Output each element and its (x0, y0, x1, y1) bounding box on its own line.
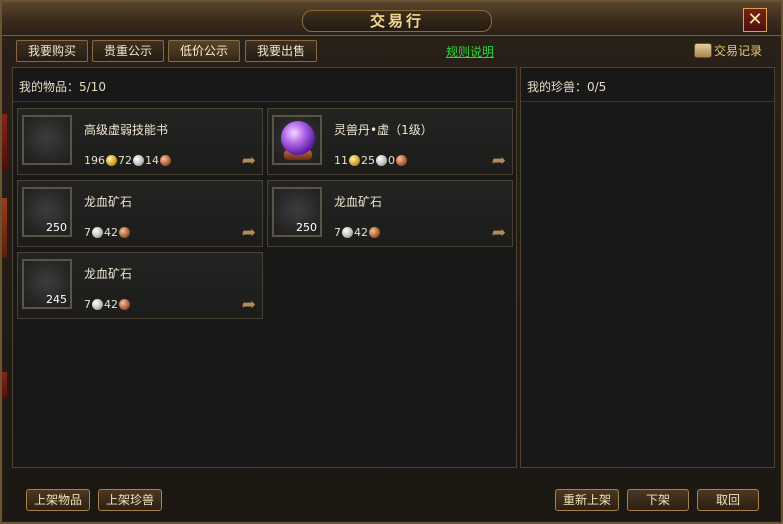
price-copper: 42 (104, 298, 118, 311)
item-slot: 245 (22, 259, 72, 309)
close-icon: ✕ (747, 9, 763, 30)
price-copper: 0 (388, 154, 395, 167)
price-silver: 7 (334, 226, 341, 239)
silver-coin-icon (376, 155, 387, 166)
item-card[interactable]: 245 龙血矿石 7 42 ➦ (17, 252, 263, 319)
my-pets-panel: 我的珍兽：0/5 (520, 67, 775, 468)
item-count: 245 (46, 293, 67, 306)
my-pets-header: 我的珍兽：0/5 (527, 80, 607, 94)
item-price: 7 42 (334, 226, 381, 239)
share-arrow-icon[interactable]: ➦ (492, 153, 506, 170)
item-name: 灵兽丹•虚（1级） (334, 123, 433, 137)
price-copper: 14 (145, 154, 159, 167)
item-card[interactable]: 250 龙血矿石 7 42 ➦ (267, 180, 513, 247)
tab-valuable[interactable]: 贵重公示 (92, 40, 164, 62)
item-price: 7 42 (84, 226, 131, 239)
crystal-orb-icon (281, 121, 315, 155)
item-slot (22, 115, 72, 165)
price-gold: 196 (84, 154, 105, 167)
item-slot (272, 115, 322, 165)
silver-coin-icon (92, 227, 103, 238)
share-arrow-icon[interactable]: ➦ (492, 225, 506, 242)
scroll-icon (694, 43, 712, 58)
close-button[interactable]: ✕ (743, 8, 767, 32)
window-title: 交易行 (302, 10, 492, 32)
item-name: 高级虚弱技能书 (84, 123, 169, 137)
price-gold: 11 (334, 154, 348, 167)
gold-coin-icon (349, 155, 360, 166)
relist-button[interactable]: 重新上架 (555, 489, 619, 511)
item-count: 250 (296, 221, 317, 234)
item-price: 7 42 (84, 298, 131, 311)
list-item-button[interactable]: 上架物品 (26, 489, 90, 511)
tab-low-price[interactable]: 低价公示 (168, 40, 240, 62)
panel-divider (521, 101, 774, 102)
trade-records-label: 交易记录 (714, 44, 763, 58)
panel-divider (13, 101, 516, 102)
price-silver: 25 (361, 154, 375, 167)
item-card[interactable]: 250 龙血矿石 7 42 ➦ (17, 180, 263, 247)
item-name: 龙血矿石 (84, 195, 133, 209)
my-items-panel: 我的物品：5/10 高级虚弱技能书 196 72 14 ➦ 灵兽丹•虚（1级） (12, 67, 517, 468)
item-card[interactable]: 灵兽丹•虚（1级） 11 25 0 ➦ (267, 108, 513, 175)
my-items-header: 我的物品：5/10 (19, 80, 106, 94)
item-name: 龙血矿石 (334, 195, 383, 209)
item-price: 11 25 0 (334, 154, 408, 167)
share-arrow-icon[interactable]: ➦ (242, 153, 256, 170)
side-tab-lower[interactable] (2, 372, 7, 398)
gold-coin-icon (106, 155, 117, 166)
share-arrow-icon[interactable]: ➦ (242, 225, 256, 242)
copper-coin-icon (160, 155, 171, 166)
side-tab-upper[interactable] (2, 114, 7, 169)
item-name: 龙血矿石 (84, 267, 133, 281)
price-silver: 7 (84, 226, 91, 239)
side-tab-middle[interactable] (2, 198, 7, 258)
copper-coin-icon (119, 227, 130, 238)
share-arrow-icon[interactable]: ➦ (242, 297, 256, 314)
silver-coin-icon (342, 227, 353, 238)
silver-coin-icon (133, 155, 144, 166)
item-slot: 250 (22, 187, 72, 237)
item-card[interactable]: 高级虚弱技能书 196 72 14 ➦ (17, 108, 263, 175)
price-copper: 42 (104, 226, 118, 239)
copper-coin-icon (396, 155, 407, 166)
title-bar: 交易行 ✕ (2, 2, 781, 36)
tab-buy[interactable]: 我要购买 (16, 40, 88, 62)
price-silver: 7 (84, 298, 91, 311)
item-count: 250 (46, 221, 67, 234)
trading-house-window: 交易行 ✕ 我要购买 贵重公示 低价公示 我要出售 规则说明 交易记录 我的物品… (0, 0, 783, 524)
item-slot: 250 (272, 187, 322, 237)
copper-coin-icon (119, 299, 130, 310)
trade-records-button[interactable]: 交易记录 (694, 40, 762, 62)
retrieve-button[interactable]: 取回 (697, 489, 759, 511)
list-pet-button[interactable]: 上架珍兽 (98, 489, 162, 511)
copper-coin-icon (369, 227, 380, 238)
price-copper: 42 (354, 226, 368, 239)
item-price: 196 72 14 (84, 154, 172, 167)
tab-sell[interactable]: 我要出售 (245, 40, 317, 62)
silver-coin-icon (92, 299, 103, 310)
rules-link[interactable]: 规则说明 (446, 43, 494, 60)
price-silver: 72 (118, 154, 132, 167)
delist-button[interactable]: 下架 (627, 489, 689, 511)
